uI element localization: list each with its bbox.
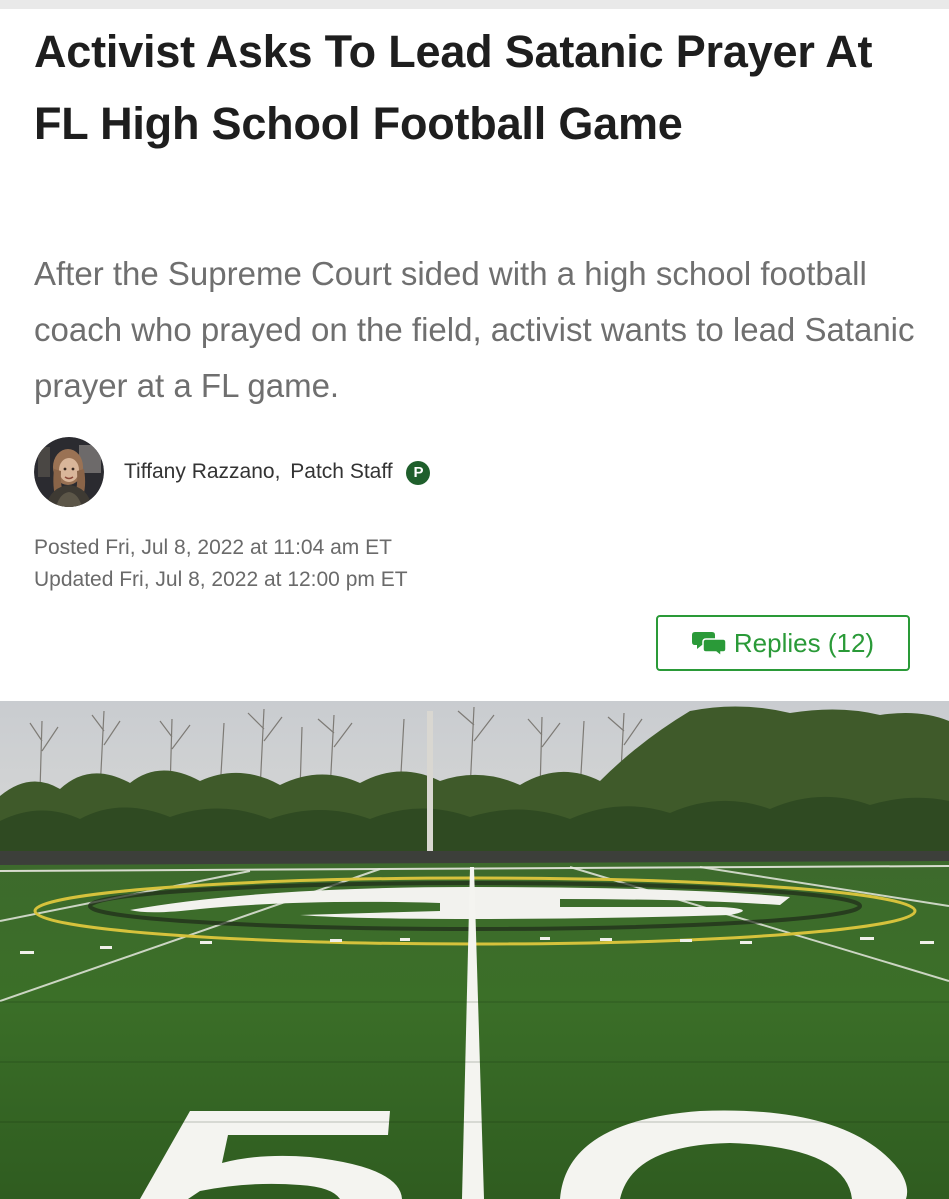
article-dates: Posted Fri, Jul 8, 2022 at 11:04 am ET U… <box>34 532 408 596</box>
author-line: Tiffany Razzano, Patch Staff P <box>124 459 431 485</box>
byline: Tiffany Razzano, Patch Staff P <box>34 436 431 508</box>
posted-date: Posted Fri, Jul 8, 2022 at 11:04 am ET <box>34 536 392 559</box>
author-separator: , <box>274 459 281 483</box>
author-name[interactable]: Tiffany Razzano <box>124 460 275 483</box>
avatar-photo-icon <box>34 437 104 507</box>
article-headline: Activist Asks To Lead Satanic Prayer At … <box>34 26 873 149</box>
updated-date: Updated Fri, Jul 8, 2022 at 12:00 pm ET <box>34 568 408 591</box>
top-divider <box>0 0 949 9</box>
author-avatar[interactable] <box>34 437 104 507</box>
football-field-photo <box>0 701 949 1199</box>
replies-button[interactable]: Replies (12) <box>656 615 910 671</box>
patch-badge-icon: P <box>406 460 431 485</box>
speech-bubbles-icon <box>691 632 726 656</box>
article-dek: After the Supreme Court sided with a hig… <box>34 255 915 404</box>
author-role: Patch Staff <box>290 459 393 483</box>
replies-label: Replies (12) <box>733 627 875 658</box>
